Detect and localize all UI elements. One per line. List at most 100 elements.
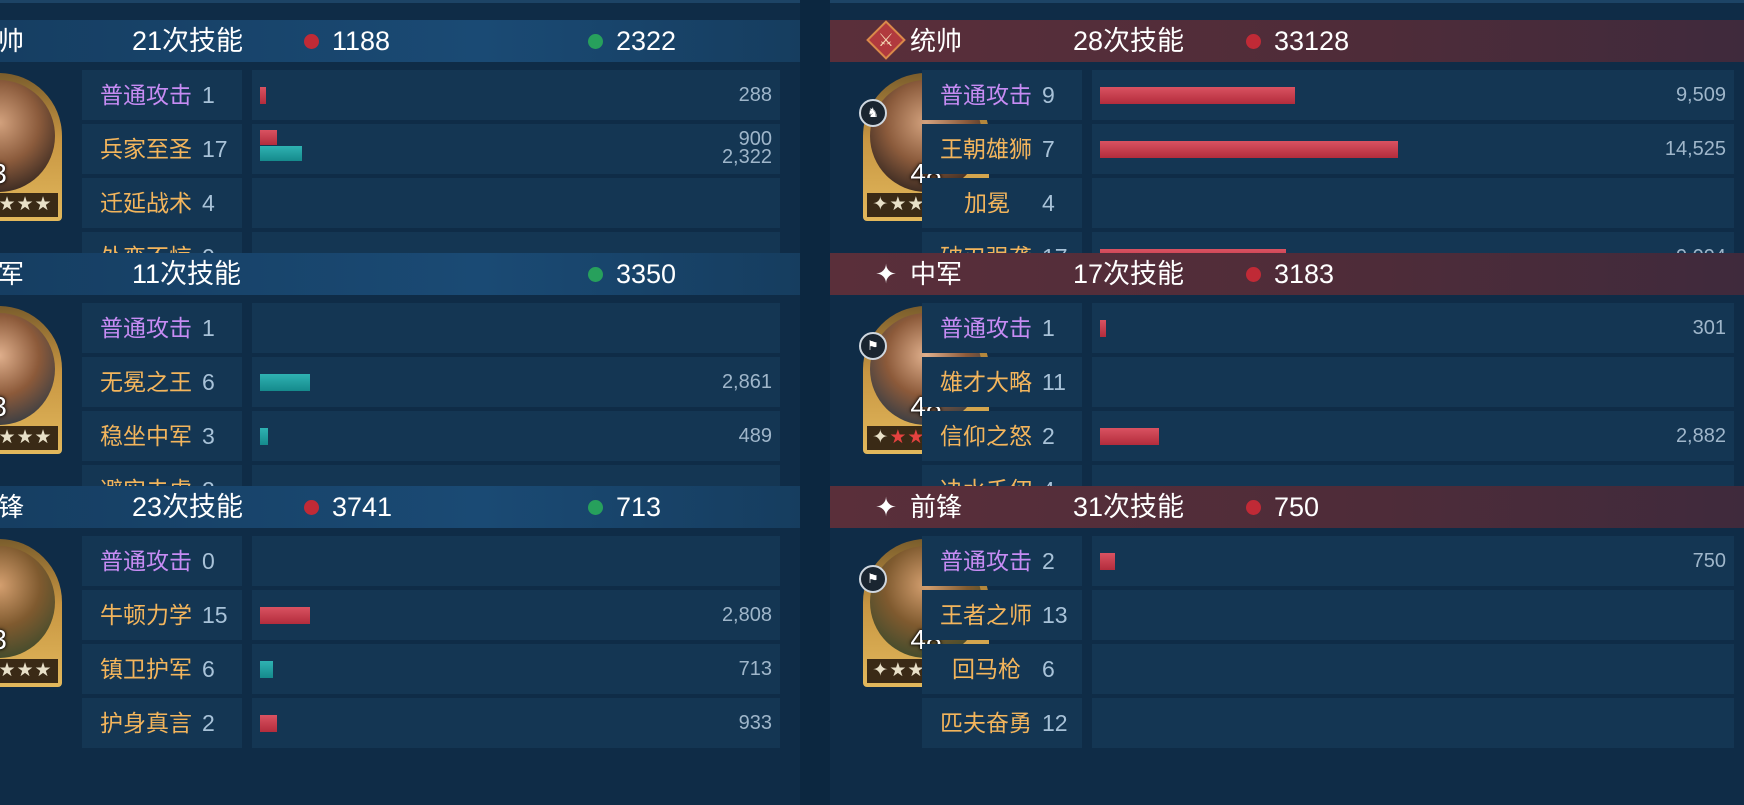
hero-portrait[interactable]: 3 ✦★★★★★ bbox=[0, 73, 62, 221]
skill-count-label: 11次技能 bbox=[132, 259, 242, 289]
skill-bar-cell bbox=[252, 303, 780, 353]
damage-bar bbox=[260, 607, 310, 624]
skill-bar-cell: 301 bbox=[1092, 303, 1734, 353]
skill-name: 普通攻击 bbox=[100, 82, 192, 108]
star-rating: ✦★★★★★ bbox=[0, 193, 58, 217]
sparkle-icon: ✦ bbox=[875, 259, 897, 289]
section-header: 军 11次技能 3350 bbox=[0, 253, 800, 295]
skill-name: 加冕 bbox=[964, 190, 1010, 216]
skill-bar-cell: 2,882 bbox=[1092, 411, 1734, 461]
skill-cast-count: 17 bbox=[202, 136, 228, 162]
skill-row: 迁延战术 4 bbox=[82, 178, 780, 228]
skill-value: 301 bbox=[1692, 317, 1726, 339]
commander-section: 军 11次技能 3350 3 ✦★★★★★ 普通攻击 1 2,861 无冕之王 6 489 稳坐中军 3… bbox=[0, 253, 800, 515]
right-team-panel: ⚔统帅28次技能33128♞48✦★★★★★9,509普通攻击914,525王朝… bbox=[830, 0, 1744, 805]
skill-name: 牛顿力学 bbox=[100, 602, 192, 628]
skill-bar-cell bbox=[1092, 590, 1734, 640]
heal-dot-icon bbox=[588, 34, 603, 49]
damage-bar bbox=[1100, 141, 1398, 158]
skill-row: 14,525 王朝雄狮 7 bbox=[922, 124, 1734, 174]
star-icon: ★ bbox=[34, 660, 53, 681]
skill-value: 713 bbox=[738, 658, 772, 680]
skill-count-label: 21次技能 bbox=[132, 26, 244, 56]
role-label: 军 bbox=[0, 259, 25, 289]
damage-total: 3183 bbox=[1274, 259, 1335, 289]
skill-row: 900 2,322 兵家至圣 17 bbox=[82, 124, 780, 174]
skill-row: 489 稳坐中军 3 bbox=[82, 411, 780, 461]
skill-row: 9,509 普通攻击 9 bbox=[922, 70, 1734, 120]
skill-value: 288 bbox=[738, 84, 772, 106]
skill-cast-count: 12 bbox=[1042, 710, 1068, 736]
skill-count-label: 28次技能 bbox=[1073, 26, 1185, 56]
skill-count-label: 23次技能 bbox=[132, 492, 244, 522]
skill-value: 2,882 bbox=[1675, 425, 1726, 447]
damage-dot-icon bbox=[1246, 267, 1261, 282]
commander-section: 帅 21次技能 1188 2322 3 ✦★★★★★ 288 普通攻击 1 9002,322 兵家至… bbox=[0, 20, 800, 282]
damage-bar bbox=[1100, 87, 1295, 104]
skill-name: 王朝雄狮 bbox=[940, 136, 1032, 162]
troop-type-icon: ♞ bbox=[859, 99, 887, 127]
heal-total: 3350 bbox=[616, 259, 677, 289]
rank-emblem-icon: ✦ bbox=[872, 660, 890, 681]
skill-name: 护身真言 bbox=[100, 710, 192, 736]
star-icon: ★ bbox=[16, 660, 35, 681]
role-label: 统帅 bbox=[910, 26, 963, 56]
skill-bar-cell: 288 bbox=[252, 70, 780, 120]
heal-bar bbox=[260, 661, 273, 678]
skill-cast-count: 2 bbox=[1042, 548, 1055, 574]
skill-count-label: 31次技能 bbox=[1073, 492, 1185, 522]
hero-portrait[interactable]: 3 ✦★★★★★ bbox=[0, 539, 62, 687]
skill-bar-cell: 489 bbox=[252, 411, 780, 461]
troop-type-icon: ⚑ bbox=[859, 332, 887, 360]
skill-value: 750 bbox=[1692, 550, 1726, 572]
skill-name: 信仰之怒 bbox=[940, 423, 1032, 449]
skill-cast-count: 13 bbox=[1042, 602, 1068, 628]
rank-emblem-icon: ✦ bbox=[872, 427, 890, 448]
skill-cast-count: 6 bbox=[1042, 656, 1055, 682]
skill-name: 稳坐中军 bbox=[100, 423, 192, 449]
damage-total: 1188 bbox=[332, 26, 391, 56]
skill-cast-count: 1 bbox=[202, 82, 215, 108]
section-header: ⚔ 统帅 28次技能 33128 bbox=[830, 20, 1744, 62]
skill-cast-count: 11 bbox=[1042, 369, 1066, 395]
skill-name: 无冕之王 bbox=[100, 369, 192, 395]
skill-name: 普通攻击 bbox=[100, 548, 192, 574]
hero-portrait[interactable]: 3 ✦★★★★★ bbox=[0, 306, 62, 454]
section-header: ✦ 前锋 31次技能 750 bbox=[830, 486, 1744, 528]
damage-dot-icon bbox=[304, 34, 319, 49]
heal-bar bbox=[260, 146, 302, 161]
star-icon: ★ bbox=[16, 194, 35, 215]
star-icon: ★ bbox=[889, 660, 908, 681]
skill-cast-count: 3 bbox=[202, 423, 215, 449]
skill-cast-count: 2 bbox=[1042, 423, 1055, 449]
skill-value: 14,525 bbox=[1664, 138, 1726, 160]
skill-row: 750 普通攻击 2 bbox=[922, 536, 1734, 586]
sword-diamond-icon: ⚔ bbox=[866, 20, 906, 60]
star-icon: ★ bbox=[889, 194, 908, 215]
skill-name: 迁延战术 bbox=[100, 190, 192, 216]
left-team-panel: 帅 21次技能 1188 2322 3 ✦★★★★★ 288 普通攻击 1 9002,322 兵家至… bbox=[0, 0, 800, 805]
rank-emblem-icon: ✦ bbox=[872, 194, 890, 215]
skill-name: 兵家至圣 bbox=[100, 136, 192, 162]
skill-value: 2,322 bbox=[721, 146, 772, 168]
damage-dot-icon bbox=[1246, 34, 1261, 49]
skill-value: 9,509 bbox=[1675, 84, 1726, 106]
skill-row: 2,882 信仰之怒 2 bbox=[922, 411, 1734, 461]
section-header: 帅 21次技能 1188 2322 bbox=[0, 20, 800, 62]
heal-bar bbox=[260, 374, 310, 391]
skill-row: 933 护身真言 2 bbox=[82, 698, 780, 748]
skill-value: 2,808 bbox=[721, 604, 772, 626]
skill-cast-count: 7 bbox=[1042, 136, 1055, 162]
skill-row: 加冕 4 bbox=[922, 178, 1734, 228]
skill-bar-cell: 9,509 bbox=[1092, 70, 1734, 120]
heal-bar bbox=[260, 428, 268, 445]
sparkle-icon: ✦ bbox=[875, 492, 897, 522]
skill-name: 匹夫奋勇 bbox=[940, 710, 1032, 736]
skill-row: 回马枪 6 bbox=[922, 644, 1734, 694]
skill-row: 2,861 无冕之王 6 bbox=[82, 357, 780, 407]
damage-bar bbox=[260, 130, 277, 145]
commander-section: ⚔统帅28次技能33128♞48✦★★★★★9,509普通攻击914,525王朝… bbox=[830, 20, 1744, 282]
damage-bar bbox=[1100, 320, 1106, 337]
skill-name: 雄才大略 bbox=[940, 369, 1032, 395]
damage-total: 3741 bbox=[332, 492, 393, 522]
